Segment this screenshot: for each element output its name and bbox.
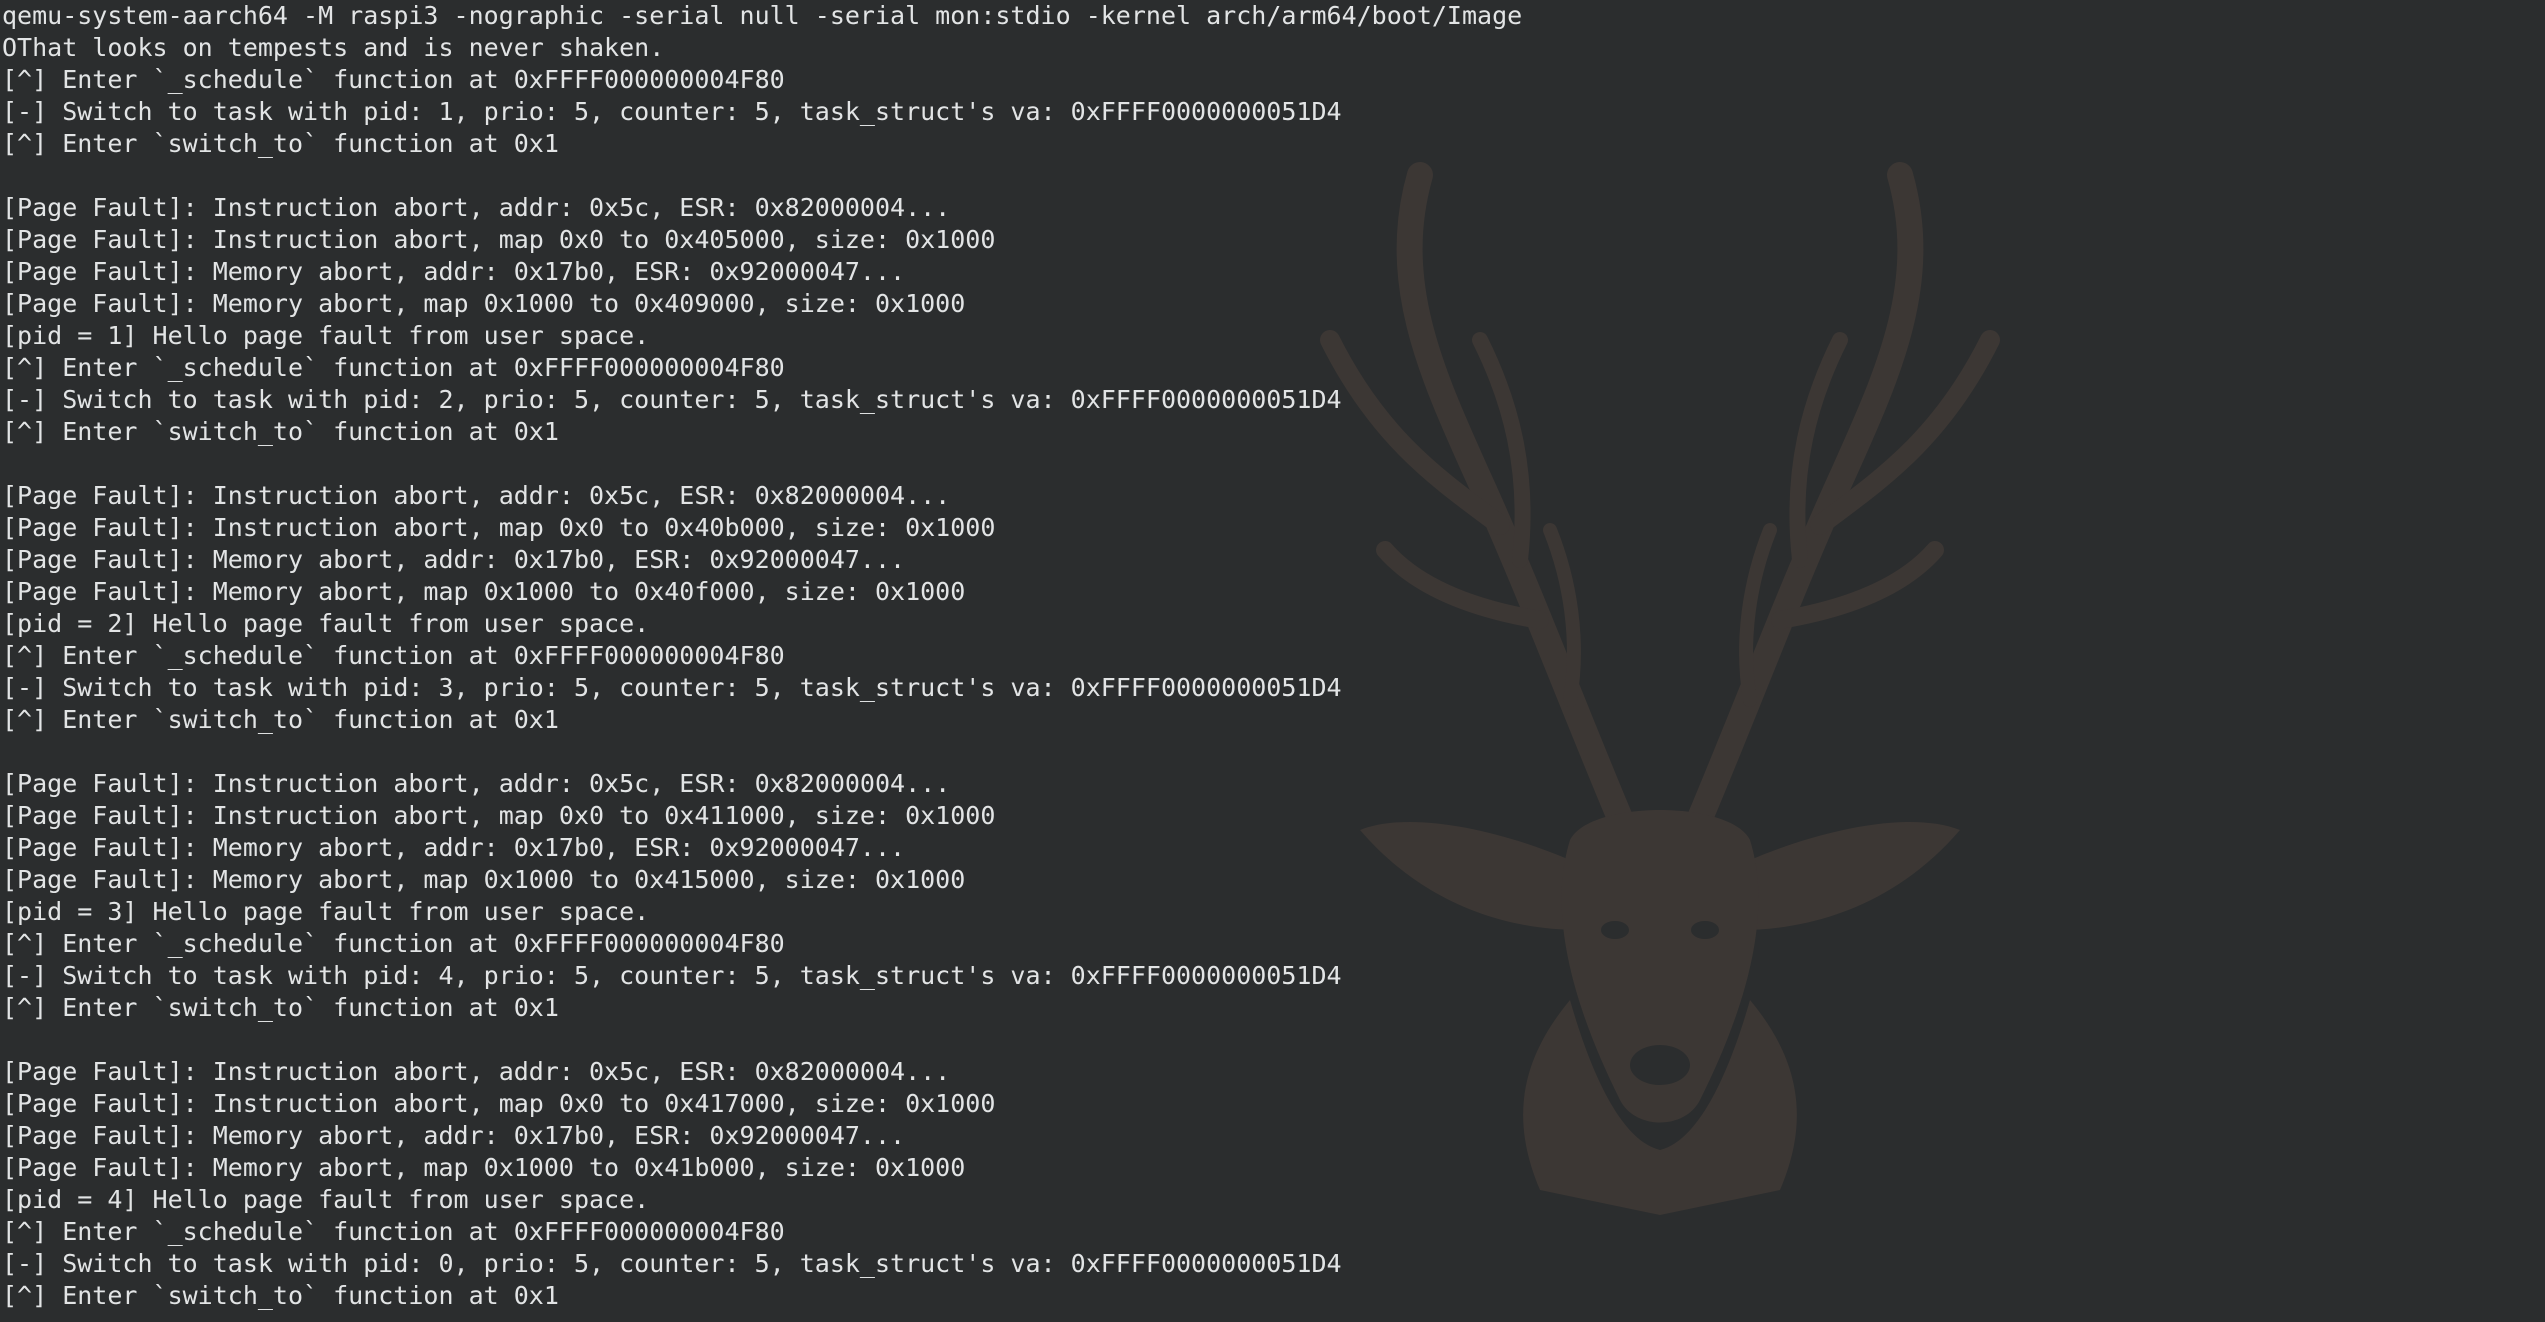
terminal-line: [Page Fault]: Memory abort, map 0x1000 t…	[2, 865, 966, 894]
terminal-line: [Page Fault]: Instruction abort, addr: 0…	[2, 481, 951, 510]
terminal-line: [Page Fault]: Instruction abort, addr: 0…	[2, 1057, 951, 1086]
terminal-line: [-] Switch to task with pid: 1, prio: 5,…	[2, 97, 1342, 126]
terminal-line: [^] Enter `_schedule` function at 0xFFFF…	[2, 1217, 785, 1246]
terminal-line: [Page Fault]: Instruction abort, map 0x0…	[2, 1089, 996, 1118]
terminal-output: qemu-system-aarch64 -M raspi3 -nographic…	[0, 0, 1522, 1312]
terminal-window[interactable]: qemu-system-aarch64 -M raspi3 -nographic…	[0, 0, 2545, 1322]
terminal-line: [-] Switch to task with pid: 0, prio: 5,…	[2, 1249, 1342, 1278]
terminal-line: [-] Switch to task with pid: 4, prio: 5,…	[2, 961, 1342, 990]
terminal-line: [Page Fault]: Memory abort, map 0x1000 t…	[2, 289, 966, 318]
terminal-line: qemu-system-aarch64 -M raspi3 -nographic…	[2, 1, 1523, 30]
terminal-line: [Page Fault]: Instruction abort, map 0x0…	[2, 513, 996, 542]
terminal-line: [Page Fault]: Instruction abort, map 0x0…	[2, 801, 996, 830]
terminal-line: [Page Fault]: Memory abort, map 0x1000 t…	[2, 577, 966, 606]
terminal-line: [Page Fault]: Memory abort, map 0x1000 t…	[2, 1153, 966, 1182]
terminal-line: [-] Switch to task with pid: 3, prio: 5,…	[2, 673, 1342, 702]
terminal-line: [Page Fault]: Instruction abort, addr: 0…	[2, 193, 951, 222]
terminal-line: [Page Fault]: Instruction abort, map 0x0…	[2, 225, 996, 254]
terminal-line: [Page Fault]: Memory abort, addr: 0x17b0…	[2, 833, 906, 862]
terminal-line: [pid = 2] Hello page fault from user spa…	[2, 609, 650, 638]
terminal-line: OThat looks on tempests and is never sha…	[2, 33, 665, 62]
terminal-line: [^] Enter `switch_to` function at 0x1	[2, 129, 559, 158]
terminal-line: [^] Enter `switch_to` function at 0x1	[2, 993, 559, 1022]
terminal-line: [^] Enter `_schedule` function at 0xFFFF…	[2, 353, 785, 382]
terminal-line: [^] Enter `_schedule` function at 0xFFFF…	[2, 65, 785, 94]
terminal-line: [-] Switch to task with pid: 2, prio: 5,…	[2, 385, 1342, 414]
terminal-line: [Page Fault]: Memory abort, addr: 0x17b0…	[2, 545, 906, 574]
terminal-line: [^] Enter `_schedule` function at 0xFFFF…	[2, 929, 785, 958]
terminal-line: [^] Enter `switch_to` function at 0x1	[2, 1281, 559, 1310]
terminal-line: [pid = 4] Hello page fault from user spa…	[2, 1185, 650, 1214]
terminal-line: [Page Fault]: Instruction abort, addr: 0…	[2, 769, 951, 798]
terminal-line: [^] Enter `_schedule` function at 0xFFFF…	[2, 641, 785, 670]
terminal-line: [pid = 3] Hello page fault from user spa…	[2, 897, 650, 926]
terminal-line: [pid = 1] Hello page fault from user spa…	[2, 321, 650, 350]
terminal-line: [^] Enter `switch_to` function at 0x1	[2, 417, 559, 446]
terminal-line: [^] Enter `switch_to` function at 0x1	[2, 705, 559, 734]
terminal-line: [Page Fault]: Memory abort, addr: 0x17b0…	[2, 257, 906, 286]
terminal-line: [Page Fault]: Memory abort, addr: 0x17b0…	[2, 1121, 906, 1150]
